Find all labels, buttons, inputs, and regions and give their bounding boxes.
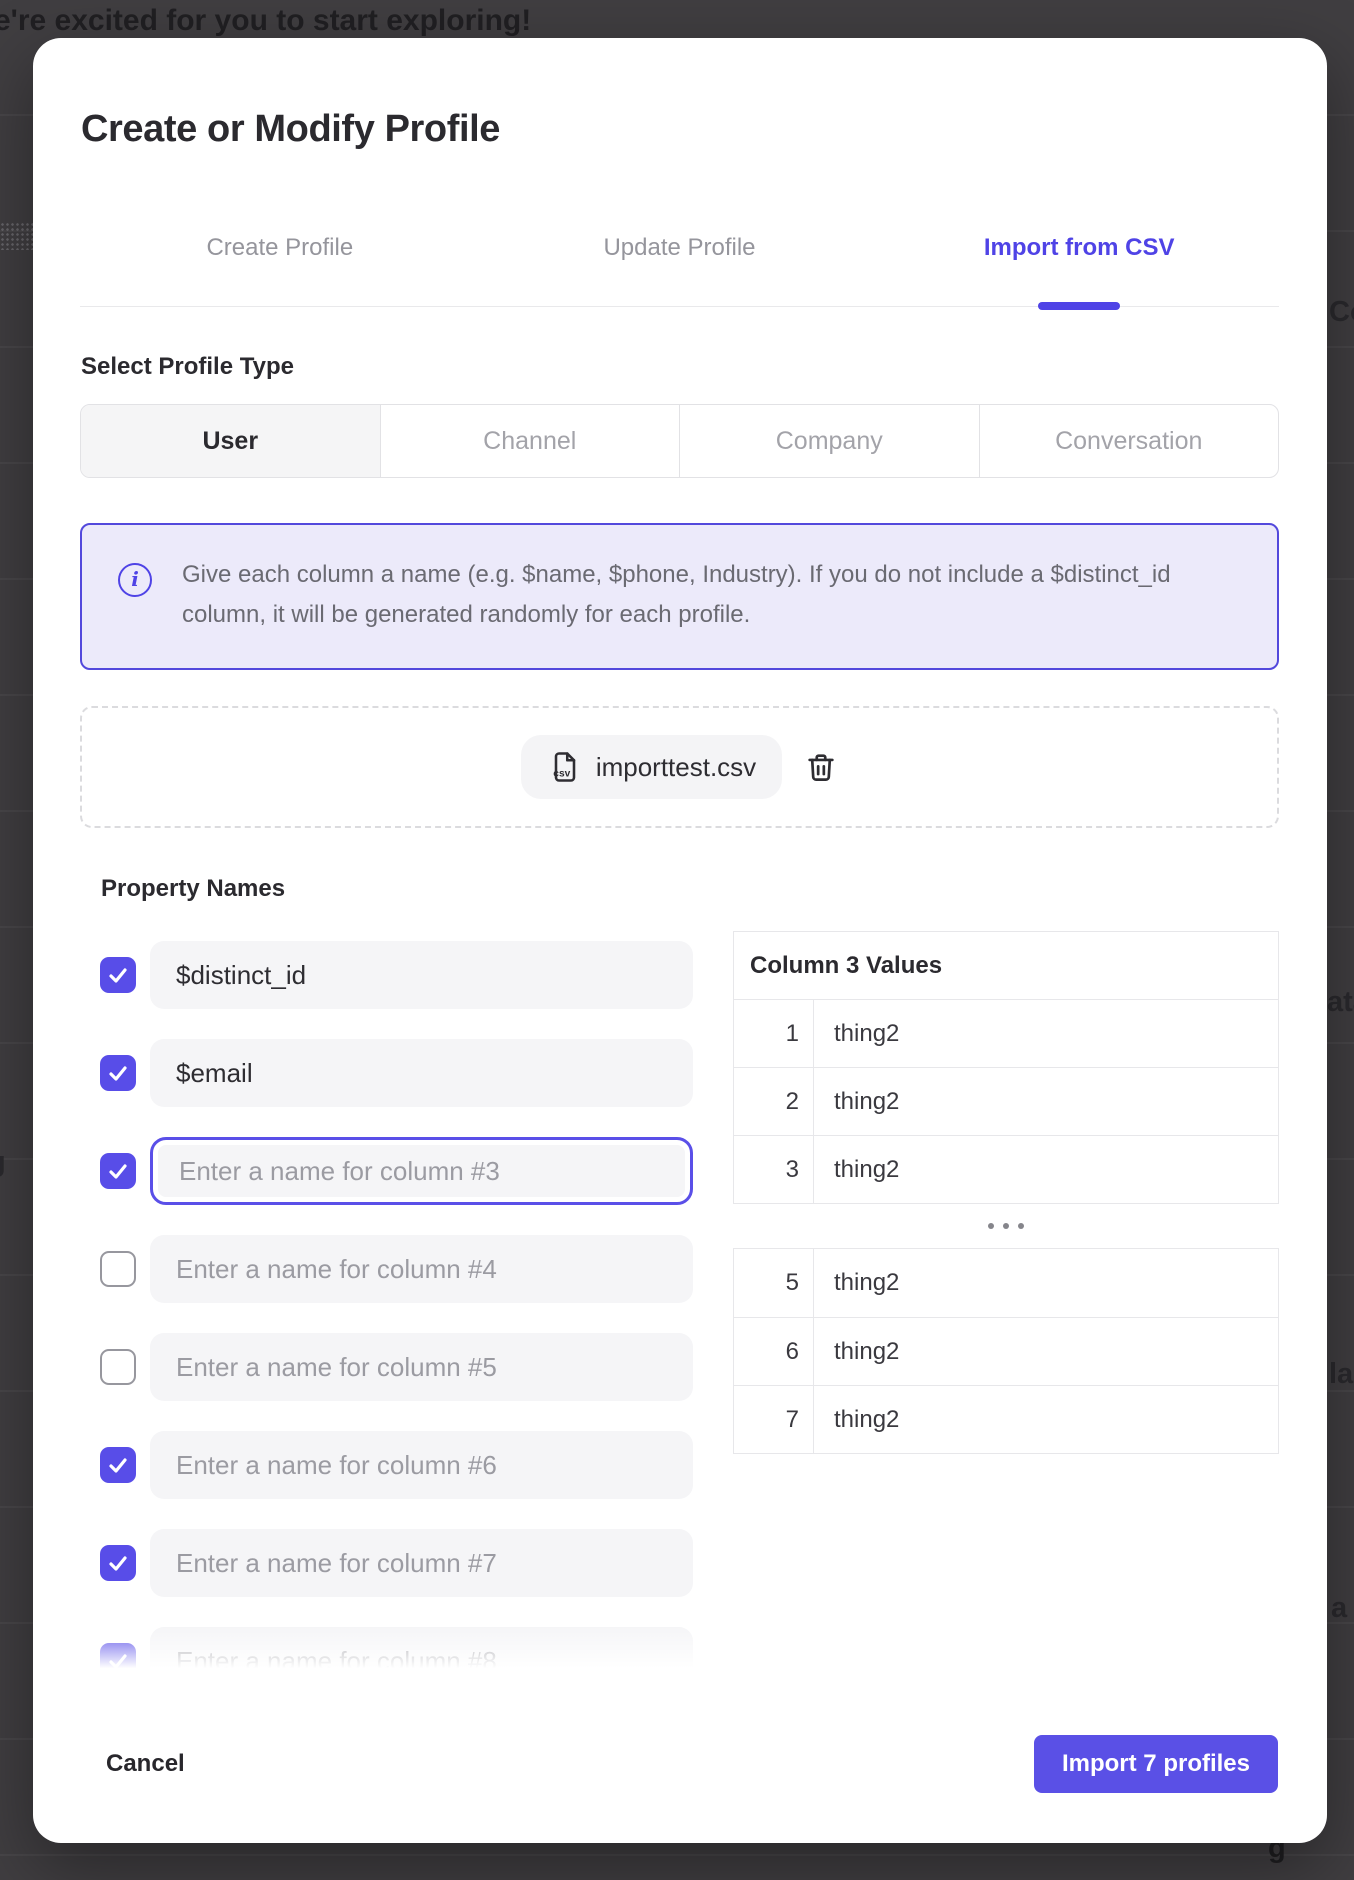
row-index: 3 — [734, 1136, 814, 1203]
profile-type-company[interactable]: Company — [679, 405, 979, 477]
property-row — [80, 1627, 693, 1672]
svg-text:csv: csv — [553, 769, 570, 780]
property-name-input[interactable] — [150, 1039, 693, 1107]
row-value: thing2 — [814, 1318, 1278, 1385]
background-fragment: Col — [1329, 296, 1354, 329]
profile-type-channel[interactable]: Channel — [380, 405, 680, 477]
row-value: thing2 — [814, 1068, 1278, 1135]
property-name-input[interactable] — [150, 1137, 693, 1205]
column-checkbox[interactable] — [100, 957, 136, 993]
background-texture — [0, 222, 34, 250]
tab-label: Update Profile — [603, 234, 755, 261]
modal-footer: Cancel Import 7 profiles — [33, 1735, 1327, 1793]
property-name-input[interactable] — [150, 1235, 693, 1303]
column-checkbox[interactable] — [100, 1251, 136, 1287]
row-value: thing2 — [814, 1386, 1278, 1453]
tab-update-profile[interactable]: Update Profile — [480, 226, 880, 306]
row-value: thing2 — [814, 1000, 1278, 1067]
property-names-label: Property Names — [101, 875, 285, 903]
values-table-top: Column 3 Values 1 thing2 2 thing2 3 thin… — [733, 931, 1279, 1204]
uploaded-file-chip: csv importtest.csv — [521, 735, 782, 799]
profile-type-conversation[interactable]: Conversation — [979, 405, 1279, 477]
property-row — [80, 1333, 693, 1401]
table-row: 6 thing2 — [734, 1317, 1278, 1385]
property-row — [80, 1529, 693, 1597]
info-banner-text: Give each column a name (e.g. $name, $ph… — [182, 555, 1237, 635]
property-row — [80, 1039, 693, 1107]
property-row — [80, 1431, 693, 1499]
column-checkbox[interactable] — [100, 1545, 136, 1581]
background-fragment: g — [0, 1146, 6, 1179]
modal-title: Create or Modify Profile — [81, 108, 500, 151]
table-row: 3 thing2 — [734, 1135, 1278, 1203]
info-icon: i — [118, 563, 152, 597]
property-name-input[interactable] — [150, 1529, 693, 1597]
column-checkbox[interactable] — [100, 1055, 136, 1091]
property-row — [80, 1137, 693, 1205]
csv-dropzone[interactable]: csv importtest.csv — [80, 706, 1279, 828]
column-checkbox[interactable] — [100, 1349, 136, 1385]
ellipsis — [733, 1204, 1279, 1248]
column-checkbox[interactable] — [100, 1447, 136, 1483]
tab-create-profile[interactable]: Create Profile — [80, 226, 480, 306]
values-table-header: Column 3 Values — [734, 932, 1278, 999]
property-name-input[interactable] — [150, 1627, 693, 1672]
import-profiles-button[interactable]: Import 7 profiles — [1034, 1735, 1278, 1793]
row-index: 7 — [734, 1386, 814, 1453]
table-row: 1 thing2 — [734, 999, 1278, 1067]
row-value: thing2 — [814, 1136, 1278, 1203]
column-checkbox[interactable] — [100, 1153, 136, 1189]
csv-file-icon: csv — [547, 749, 583, 785]
column-values-preview: Column 3 Values 1 thing2 2 thing2 3 thin… — [733, 931, 1279, 1454]
table-row: 5 thing2 — [734, 1249, 1278, 1317]
trash-icon[interactable] — [804, 750, 838, 784]
property-name-input[interactable] — [150, 941, 693, 1009]
cancel-button[interactable]: Cancel — [106, 1750, 185, 1778]
values-table-bottom: 5 thing2 6 thing2 7 thing2 — [733, 1248, 1279, 1454]
table-row: 2 thing2 — [734, 1067, 1278, 1135]
row-index: 2 — [734, 1068, 814, 1135]
create-or-modify-profile-modal: Create or Modify Profile Create Profile … — [33, 38, 1327, 1843]
background-fragment: ata — [1327, 986, 1354, 1019]
mapping-area: Column 3 Values 1 thing2 2 thing2 3 thin… — [80, 931, 1279, 1672]
row-value: thing2 — [814, 1249, 1278, 1317]
property-row — [80, 1235, 693, 1303]
tab-label: Create Profile — [206, 234, 353, 261]
property-rows-list — [80, 931, 693, 1672]
property-row — [80, 941, 693, 1009]
background-page-text: e're excited for you to start exploring! — [0, 4, 531, 38]
tab-import-from-csv[interactable]: Import from CSV — [879, 226, 1279, 306]
row-index: 5 — [734, 1249, 814, 1317]
table-row: 7 thing2 — [734, 1385, 1278, 1453]
background-fragment: lab — [1329, 1358, 1354, 1391]
background-fragment: a — [1331, 1592, 1347, 1625]
tab-label: Import from CSV — [984, 234, 1175, 261]
column-checkbox[interactable] — [100, 1643, 136, 1672]
row-index: 6 — [734, 1318, 814, 1385]
select-profile-type-label: Select Profile Type — [81, 353, 294, 381]
property-name-input[interactable] — [150, 1333, 693, 1401]
uploaded-file-name: importtest.csv — [596, 752, 756, 783]
property-name-input[interactable] — [150, 1431, 693, 1499]
profile-type-segmented-control: User Channel Company Conversation — [80, 404, 1279, 478]
modal-tabs: Create Profile Update Profile Import fro… — [80, 226, 1279, 307]
profile-type-user[interactable]: User — [81, 405, 380, 477]
row-index: 1 — [734, 1000, 814, 1067]
info-banner: i Give each column a name (e.g. $name, $… — [80, 523, 1279, 670]
